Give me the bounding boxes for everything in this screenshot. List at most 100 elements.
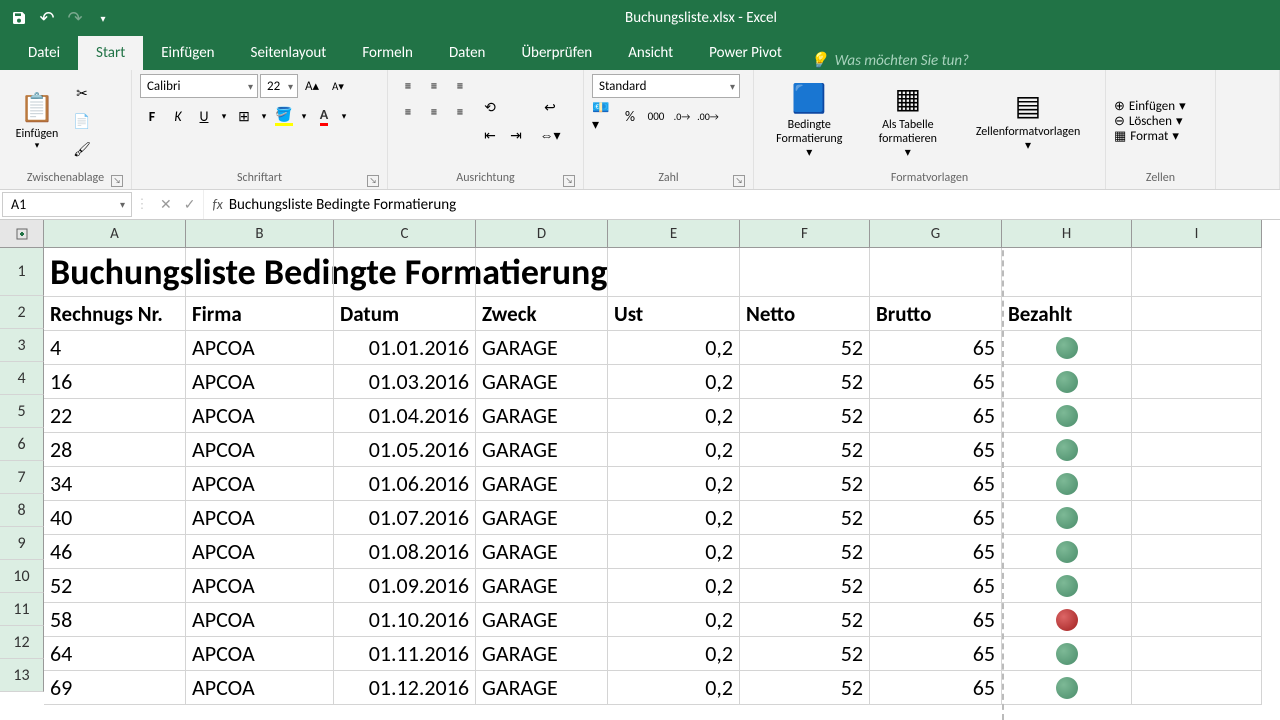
cell-zweck[interactable]: GARAGE	[476, 331, 608, 364]
underline-dropdown-icon[interactable]: ▾	[218, 104, 230, 128]
cell-datum[interactable]: 01.12.2016	[334, 671, 476, 704]
cell[interactable]	[1132, 297, 1262, 330]
cell-netto[interactable]: 52	[740, 535, 870, 568]
select-all-corner[interactable]	[0, 220, 44, 248]
italic-button[interactable]: K	[166, 104, 190, 128]
cell-datum[interactable]: 01.01.2016	[334, 331, 476, 364]
increase-font-icon[interactable]: A▴	[300, 74, 324, 98]
cell-datum[interactable]: 01.06.2016	[334, 467, 476, 500]
table-header[interactable]: Datum	[334, 297, 476, 330]
cell-netto[interactable]: 52	[740, 331, 870, 364]
row-header-8[interactable]: 8	[0, 494, 44, 527]
cancel-formula-icon[interactable]: ✕	[160, 196, 172, 213]
cell[interactable]	[1132, 637, 1262, 670]
cell-zweck[interactable]: GARAGE	[476, 535, 608, 568]
cell-brutto[interactable]: 65	[870, 331, 1002, 364]
cell-firma[interactable]: APCOA	[186, 603, 334, 636]
cell-ust[interactable]: 0,2	[608, 331, 740, 364]
tab-powerpivot[interactable]: Power Pivot	[691, 36, 800, 70]
cell-ust[interactable]: 0,2	[608, 399, 740, 432]
cell-firma[interactable]: APCOA	[186, 671, 334, 704]
tab-start[interactable]: Start	[78, 36, 143, 70]
fill-dropdown-icon[interactable]: ▾	[298, 104, 310, 128]
format-as-table-button[interactable]: ▦Als Tabelle formatieren ▾	[861, 74, 956, 169]
cell-netto[interactable]: 52	[740, 637, 870, 670]
cell-bezahlt[interactable]	[1002, 433, 1132, 466]
row-header-13[interactable]: 13	[0, 659, 44, 692]
cell-firma[interactable]: APCOA	[186, 365, 334, 398]
column-header-C[interactable]: C	[334, 220, 476, 248]
cell-netto[interactable]: 52	[740, 569, 870, 602]
column-header-G[interactable]: G	[870, 220, 1002, 248]
font-color-icon[interactable]: A	[312, 104, 336, 128]
conditional-formatting-button[interactable]: 🟦Bedingte Formatierung ▾	[762, 74, 857, 169]
redo-icon[interactable]: ↷	[64, 7, 86, 29]
cell-datum[interactable]: 01.09.2016	[334, 569, 476, 602]
cell-nr[interactable]: 40	[44, 501, 186, 534]
cell-bezahlt[interactable]	[1002, 501, 1132, 534]
paste-button[interactable]: 📋 Einfügen ▾	[8, 74, 66, 169]
cell-nr[interactable]: 69	[44, 671, 186, 704]
cell-firma[interactable]: APCOA	[186, 433, 334, 466]
tab-formeln[interactable]: Formeln	[344, 36, 431, 70]
decrease-font-icon[interactable]: A▾	[326, 74, 350, 98]
decrease-decimal-icon[interactable]: .00→	[696, 104, 720, 128]
cell-nr[interactable]: 46	[44, 535, 186, 568]
cell-brutto[interactable]: 65	[870, 637, 1002, 670]
cell-datum[interactable]: 01.03.2016	[334, 365, 476, 398]
copy-icon[interactable]: 📄	[70, 110, 94, 134]
cell-zweck[interactable]: GARAGE	[476, 671, 608, 704]
row-header-12[interactable]: 12	[0, 626, 44, 659]
cell-ust[interactable]: 0,2	[608, 569, 740, 602]
accounting-format-icon[interactable]: 💶▾	[592, 104, 616, 128]
cell-zweck[interactable]: GARAGE	[476, 501, 608, 534]
font-size-select[interactable]: 22	[260, 74, 298, 98]
delete-cells-button[interactable]: ⊖Löschen ▾	[1114, 114, 1207, 129]
cell-zweck[interactable]: GARAGE	[476, 399, 608, 432]
cell-brutto[interactable]: 65	[870, 399, 1002, 432]
cell-nr[interactable]: 52	[44, 569, 186, 602]
insert-cells-button[interactable]: ⊕Einfügen ▾	[1114, 99, 1207, 114]
table-header[interactable]: Bezahlt	[1002, 297, 1132, 330]
column-header-E[interactable]: E	[608, 220, 740, 248]
increase-decimal-icon[interactable]: .0→	[670, 104, 694, 128]
tab-daten[interactable]: Daten	[431, 36, 503, 70]
cell[interactable]	[608, 248, 740, 296]
tab-einfuegen[interactable]: Einfügen	[143, 36, 232, 70]
cell-netto[interactable]: 52	[740, 501, 870, 534]
cell-nr[interactable]: 64	[44, 637, 186, 670]
cell[interactable]	[1132, 433, 1262, 466]
format-painter-icon[interactable]: 🖌	[70, 138, 94, 162]
row-header-7[interactable]: 7	[0, 461, 44, 494]
cell-zweck[interactable]: GARAGE	[476, 637, 608, 670]
fx-icon[interactable]: fx	[212, 196, 222, 213]
cell-ust[interactable]: 0,2	[608, 467, 740, 500]
cell-bezahlt[interactable]	[1002, 637, 1132, 670]
number-format-select[interactable]: Standard	[592, 74, 740, 98]
bold-button[interactable]: F	[140, 104, 164, 128]
enter-formula-icon[interactable]: ✓	[184, 196, 196, 213]
table-header[interactable]: Rechnugs Nr.	[44, 297, 186, 330]
cell-brutto[interactable]: 65	[870, 365, 1002, 398]
cell-brutto[interactable]: 65	[870, 467, 1002, 500]
sheet-title-cell[interactable]: Buchungsliste Bedingte Formatierung	[44, 248, 186, 296]
tell-me-search[interactable]: 💡 Was möchten Sie tun?	[800, 51, 979, 70]
align-left-icon[interactable]: ≡	[396, 100, 420, 124]
cell-bezahlt[interactable]	[1002, 399, 1132, 432]
column-header-I[interactable]: I	[1132, 220, 1262, 248]
cell-zweck[interactable]: GARAGE	[476, 569, 608, 602]
cell-ust[interactable]: 0,2	[608, 637, 740, 670]
alignment-dialog-launcher[interactable]: ↘	[563, 175, 575, 187]
cell-bezahlt[interactable]	[1002, 535, 1132, 568]
cell-brutto[interactable]: 65	[870, 433, 1002, 466]
cell-datum[interactable]: 01.04.2016	[334, 399, 476, 432]
table-header[interactable]: Zweck	[476, 297, 608, 330]
column-header-B[interactable]: B	[186, 220, 334, 248]
cell-firma[interactable]: APCOA	[186, 501, 334, 534]
increase-indent-icon[interactable]: ⇥	[504, 124, 528, 148]
tab-ueberpruefen[interactable]: Überprüfen	[503, 36, 610, 70]
font-dialog-launcher[interactable]: ↘	[367, 175, 379, 187]
cell-datum[interactable]: 01.08.2016	[334, 535, 476, 568]
row-header-11[interactable]: 11	[0, 593, 44, 626]
align-bottom-icon[interactable]: ≡	[448, 74, 472, 98]
